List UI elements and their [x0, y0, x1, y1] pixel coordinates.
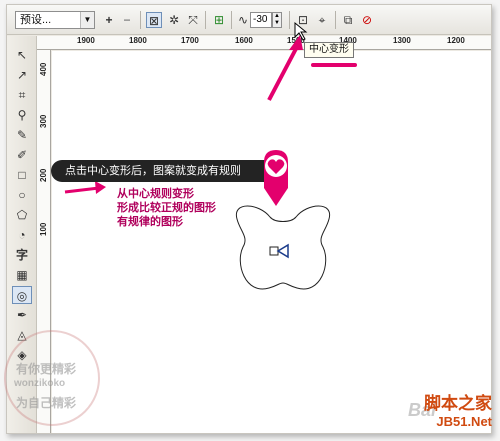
separator — [231, 11, 232, 29]
twister-distort-icon[interactable]: ⤧ — [185, 12, 201, 28]
ruler-label: 1900 — [77, 36, 95, 45]
rectangle-tool-icon[interactable]: □ — [12, 166, 32, 184]
chevron-down-icon: ▼ — [80, 12, 94, 28]
ruler-label: 1600 — [235, 36, 253, 45]
watermark-line: 有你更精彩 — [16, 362, 77, 376]
drawing-canvas[interactable] — [52, 51, 491, 433]
instruction-callout: 点击中心变形后，图案就变成有规则 — [51, 160, 279, 182]
distort-tool-icon[interactable]: ◎ — [12, 286, 32, 304]
ruler-label: 1300 — [393, 36, 411, 45]
heart-pin-icon — [264, 150, 288, 206]
note-line: 形成比较正规的图形 — [117, 202, 216, 214]
polygon-tool-icon[interactable]: ⬠ — [12, 206, 32, 224]
property-bar: 预设... ▼ + − ⊠ ✲ ⤧ ⊞ ∿ -30 ▲ ▼ ⊡ ⌖ ⧉ ⊘ — [7, 5, 491, 35]
separator — [335, 11, 336, 29]
freehand-tool-icon[interactable]: ✎ — [12, 126, 32, 144]
plus-icon[interactable]: + — [101, 12, 117, 28]
minus-icon[interactable]: − — [119, 12, 135, 28]
copy-distortion-icon[interactable]: ⧉ — [340, 12, 356, 28]
ellipse-tool-icon[interactable]: ○ — [12, 186, 32, 204]
ruler-label: 1700 — [181, 36, 199, 45]
shape-tool-icon[interactable]: ↗ — [12, 66, 32, 84]
note-line: 从中心规则变形 — [117, 188, 194, 200]
separator — [205, 11, 206, 29]
amplitude-spinner[interactable]: ▲ ▼ — [272, 12, 282, 28]
zipper-distort-icon[interactable]: ✲ — [166, 12, 182, 28]
watermark-line: wonzikoko — [14, 378, 66, 389]
tooltip: 中心变形 — [304, 42, 354, 58]
separator — [140, 11, 141, 29]
clear-distortion-icon[interactable]: ⊘ — [359, 12, 375, 28]
add-new-distortion-icon[interactable]: ⊞ — [211, 12, 227, 28]
table-tool-icon[interactable]: ▦ — [12, 266, 32, 284]
horizontal-ruler: 1900 1800 1700 1600 1500 1400 1300 1200 — [37, 36, 491, 50]
site-domain: JB51.Net — [436, 414, 492, 429]
ruler-label: 1200 — [447, 36, 465, 45]
ruler-label: 300 — [39, 114, 48, 128]
ruler-label: 200 — [39, 168, 48, 182]
watermark-line: 为自己精彩 — [16, 396, 77, 410]
note-line: 有规律的图形 — [117, 216, 183, 228]
ruler-label: 1800 — [129, 36, 147, 45]
amplitude-icon: ∿ — [237, 13, 249, 27]
preset-value: 预设... — [20, 14, 52, 26]
amplitude-input[interactable]: -30 — [250, 12, 272, 28]
crop-tool-icon[interactable]: ⌗ — [12, 86, 32, 104]
highlight-underline — [311, 63, 357, 67]
explanation-note: 从中心规则变形 形成比较正规的图形 有规律的图形 — [117, 187, 216, 229]
push-pull-distort-icon[interactable]: ⊠ — [146, 12, 162, 28]
eyedropper-tool-icon[interactable]: ✒ — [12, 306, 32, 324]
ruler-label: 1500 — [287, 36, 305, 45]
site-name: 脚本之家 — [424, 394, 492, 414]
center-distortion-icon[interactable]: ⊡ — [295, 12, 311, 28]
crosshair-icon[interactable]: ⌖ — [314, 12, 330, 28]
basic-shapes-icon[interactable]: ◔ — [12, 226, 32, 244]
pick-tool-icon[interactable]: ↖ — [12, 46, 32, 64]
zoom-tool-icon[interactable]: ⚲ — [12, 106, 32, 124]
ruler-label: 100 — [39, 222, 48, 236]
separator — [289, 11, 290, 29]
site-watermark: 脚本之家 JB51.Net — [424, 389, 492, 429]
watermark-stamp: 有你更精彩 wonzikoko 为自己精彩 — [4, 330, 100, 426]
preset-dropdown[interactable]: 预设... ▼ — [15, 11, 95, 29]
text-tool-icon[interactable]: 字 — [12, 246, 32, 264]
smart-fill-icon[interactable]: ✐ — [12, 146, 32, 164]
ruler-label: 400 — [39, 62, 48, 76]
